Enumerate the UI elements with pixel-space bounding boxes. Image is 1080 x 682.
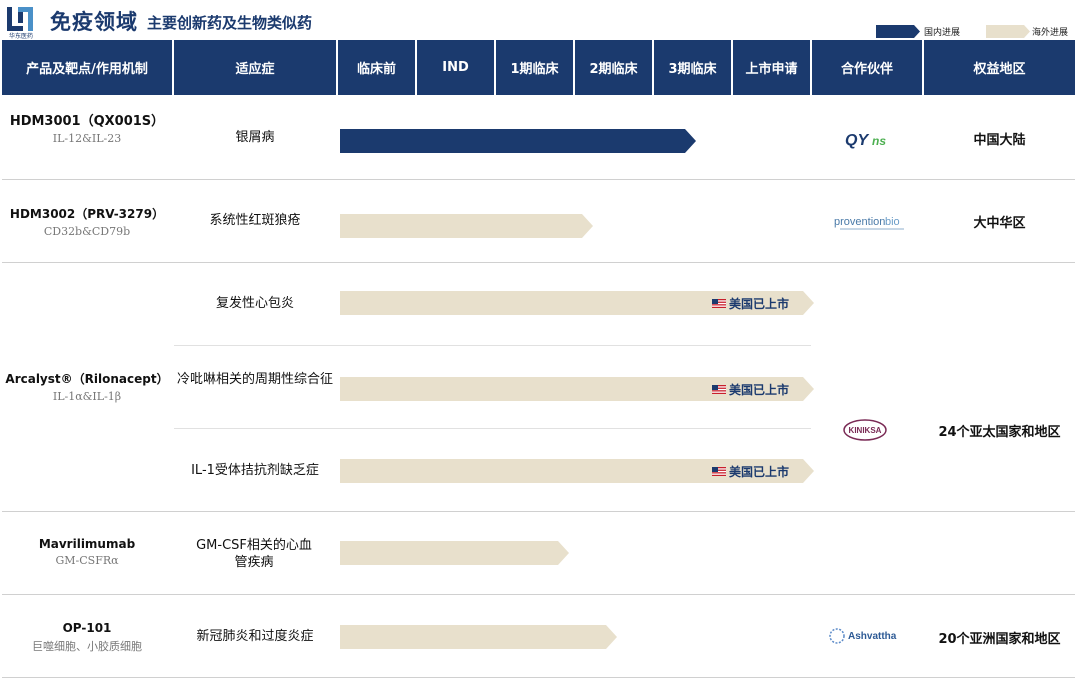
row-divider	[2, 511, 1075, 512]
partner-logo-ashvattha: Ashvattha	[828, 627, 904, 645]
product-name: Mavrilimumab	[38, 537, 136, 551]
col-header-nda: 上市申请	[733, 40, 810, 95]
region: 24个亚太国家和地区	[938, 425, 1061, 440]
region: 大中华区	[973, 216, 1026, 231]
us-flag-icon	[712, 467, 726, 476]
table-row-2-product: HDM3002（PRV-3279） CD32b&CD79b	[2, 205, 172, 238]
region: 20个亚洲国家和地区	[938, 632, 1061, 647]
legend-domestic-label: 国内进展	[924, 28, 961, 38]
indication: 复发性心包炎	[215, 296, 294, 311]
progress-bar-shape	[340, 214, 593, 238]
indication: GM-CSF相关的心血管疾病	[196, 538, 312, 570]
progress-bar	[340, 214, 593, 238]
indication: 冷吡啉相关的周期性综合征	[176, 372, 333, 387]
col-header-indication: 适应症	[174, 40, 336, 95]
indication: 系统性红斑狼疮	[209, 213, 301, 228]
market-status: 美国已上市	[712, 295, 789, 312]
logo-text: 华东医药	[8, 33, 33, 40]
indication: 银屑病	[235, 130, 275, 145]
col-header-phase2: 2期临床	[575, 40, 652, 95]
product-target: CD32b&CD79b	[43, 225, 131, 238]
table-row-5-product: OP-101 巨噬细胞、小胶质细胞	[2, 621, 172, 654]
page-subtitle: 主要创新药及生物类似药	[147, 14, 313, 32]
indication: 新冠肺炎和过度炎症	[196, 629, 314, 644]
progress-bar-shape	[340, 625, 617, 649]
svg-text:QY: QY	[845, 132, 869, 149]
row-divider	[2, 262, 1075, 263]
market-status: 美国已上市	[712, 463, 789, 480]
partner-logo-proventionbio: provention bio	[832, 212, 912, 234]
progress-bar	[340, 541, 569, 565]
partner-logo-qyns: QY ns	[845, 128, 895, 150]
svg-text:bio: bio	[885, 216, 900, 228]
progress-bar	[340, 625, 617, 649]
market-status-label: 美国已上市	[729, 297, 790, 311]
region: 中国大陆	[973, 133, 1026, 148]
svg-text:provention: provention	[834, 216, 885, 228]
progress-bar-shape	[340, 541, 569, 565]
row-divider	[2, 179, 1075, 180]
indication: IL-1受体拮抗剂缺乏症	[191, 463, 319, 478]
product-target: GM-CSFRα	[55, 554, 119, 567]
market-status-label: 美国已上市	[729, 383, 790, 397]
col-header-region: 权益地区	[924, 40, 1075, 95]
subrow-divider	[174, 428, 811, 429]
partner-logo-kiniksa: KINIKSA	[842, 418, 888, 442]
product-name: OP-101	[62, 621, 112, 635]
svg-text:KINIKSA: KINIKSA	[849, 426, 882, 435]
us-flag-icon	[712, 385, 726, 394]
col-header-preclinical: 临床前	[338, 40, 415, 95]
us-flag-icon	[712, 299, 726, 308]
product-target: IL-1α&IL-1β	[52, 390, 122, 403]
col-header-ind: IND	[417, 40, 494, 95]
table-row-4-product: Mavrilimumab GM-CSFRα	[2, 537, 172, 567]
product-name: Arcalyst®（Rilonacept）	[5, 372, 169, 386]
progress-bar-shape	[340, 129, 696, 153]
row-divider	[2, 677, 1075, 678]
progress-bar	[340, 129, 696, 153]
col-header-product: 产品及靶点/作用机制	[2, 40, 172, 95]
product-target: 巨噬细胞、小胶质细胞	[32, 640, 142, 653]
product-name: HDM3001（QX001S）	[9, 114, 165, 129]
col-header-partner: 合作伙伴	[812, 40, 922, 95]
legend-domestic-swatch	[876, 25, 920, 38]
row-divider	[2, 594, 1075, 595]
svg-text:ns: ns	[872, 134, 886, 148]
svg-text:Ashvattha: Ashvattha	[848, 631, 897, 642]
table-row-1-product: HDM3001（QX001S） IL-12&IL-23	[2, 110, 172, 145]
subrow-divider	[174, 345, 811, 346]
col-header-phase1: 1期临床	[496, 40, 573, 95]
col-header-phase3: 3期临床	[654, 40, 731, 95]
page-title: 免疫领域	[50, 10, 138, 34]
table-row-3-product: Arcalyst®（Rilonacept） IL-1α&IL-1β	[2, 370, 172, 403]
market-status-label: 美国已上市	[729, 465, 790, 479]
product-target: IL-12&IL-23	[52, 132, 122, 145]
market-status: 美国已上市	[712, 381, 789, 398]
legend-overseas-label: 海外进展	[1032, 28, 1069, 38]
product-name: HDM3002（PRV-3279）	[9, 207, 165, 221]
legend-overseas-swatch	[986, 25, 1030, 38]
